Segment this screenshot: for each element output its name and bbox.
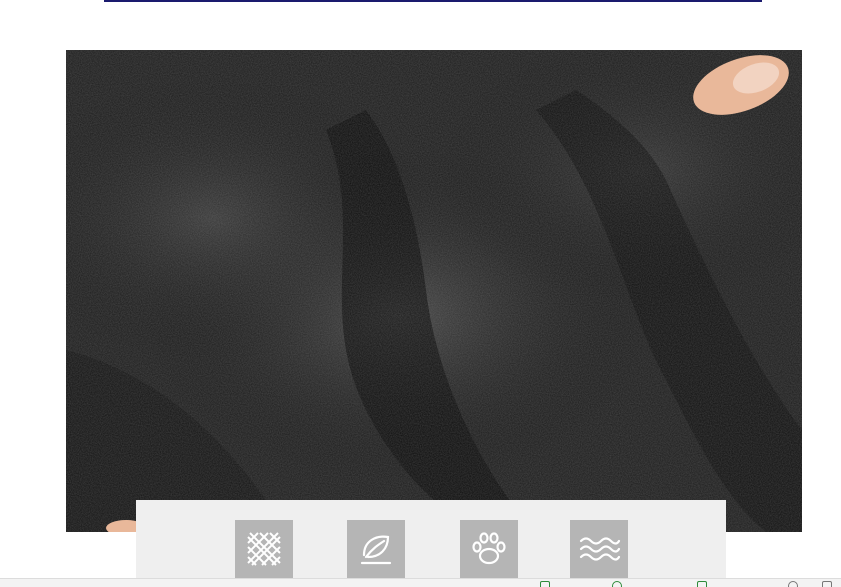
- edit-icon: [822, 581, 832, 587]
- feature-icons-bar: [136, 500, 726, 586]
- mesh-grid-icon: [235, 520, 293, 578]
- leaf-icon: [347, 520, 405, 578]
- play-icon: [540, 581, 550, 587]
- leather-texture-image: [66, 50, 802, 532]
- settings-icon: [788, 581, 798, 587]
- paw-icon: [460, 520, 518, 578]
- leather-photo: [66, 50, 802, 532]
- top-accent-line: [104, 0, 762, 2]
- news-icon: [697, 581, 707, 587]
- search-circle-icon: [612, 581, 622, 587]
- waves-icon: [570, 520, 628, 578]
